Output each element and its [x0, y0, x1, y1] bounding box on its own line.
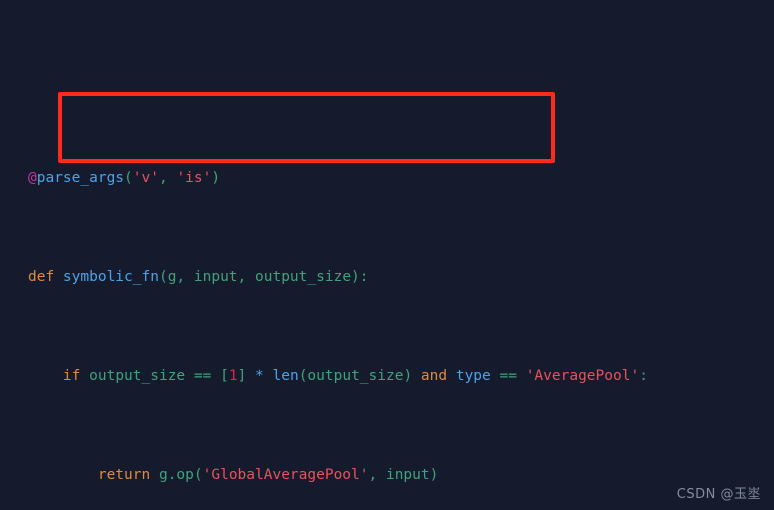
token-number-1: 1: [228, 368, 238, 385]
code-line[interactable]: def symbolic_fn(g, input, output_size):: [0, 268, 774, 288]
token-string-v: 'v': [132, 169, 159, 186]
token-paren: (: [193, 467, 203, 484]
csdn-watermark: CSDN @玉埊: [676, 487, 761, 502]
token-string-is: 'is': [176, 169, 212, 186]
token-paren: ): [429, 467, 439, 484]
token-type: type: [455, 368, 491, 385]
token-eq: == [: [185, 368, 229, 385]
token-paren: (: [124, 169, 133, 186]
token-paren: ): [211, 169, 221, 186]
code-line[interactable]: @parse_args('v', 'is'): [0, 169, 774, 189]
token-paren: ):: [351, 268, 369, 285]
token-def: def: [28, 268, 63, 285]
token-output-size: output_size: [307, 368, 404, 385]
token-if: if: [62, 368, 90, 385]
token-star: *: [255, 368, 273, 385]
token-comma: ,: [237, 268, 256, 285]
token-and: and: [420, 368, 456, 385]
token-paren: ): [403, 368, 421, 385]
token-paren: (: [158, 268, 168, 285]
code-editor-screenshot: @parse_args('v', 'is') def symbolic_fn(g…: [0, 0, 774, 510]
token-symbolic-fn: symbolic_fn: [62, 268, 159, 285]
token-len: len: [272, 368, 299, 385]
token-parse-args: parse_args: [36, 169, 125, 186]
token-output-size: output_size: [255, 268, 352, 285]
token-colon: :: [639, 368, 648, 385]
token-input: input: [385, 467, 430, 484]
token-comma: ,: [158, 169, 177, 186]
token-string-averagepool: 'AveragePool': [525, 368, 640, 385]
token-output-size: output_size: [89, 368, 186, 385]
code-line[interactable]: if output_size == [1] * len(output_size)…: [0, 367, 774, 387]
token-comma: ,: [176, 268, 194, 285]
code-line[interactable]: return g.op('GlobalAveragePool', input): [0, 466, 774, 486]
code-line-clipped-top: [0, 79, 774, 89]
token-input: input: [193, 268, 238, 285]
code-viewport[interactable]: @parse_args('v', 'is') def symbolic_fn(g…: [0, 0, 774, 510]
token-comma: ,: [368, 467, 386, 484]
token-string-globalaveragepool: 'GlobalAveragePool': [202, 467, 369, 484]
clipped-glyph-row: [28, 80, 37, 89]
token-return: return: [97, 467, 159, 484]
token-eq: ==: [490, 368, 526, 385]
decorator-at-icon: @: [28, 169, 37, 186]
token-op: op: [176, 467, 194, 484]
token-g: g: [158, 467, 168, 484]
token-bracket: ]: [237, 368, 256, 385]
